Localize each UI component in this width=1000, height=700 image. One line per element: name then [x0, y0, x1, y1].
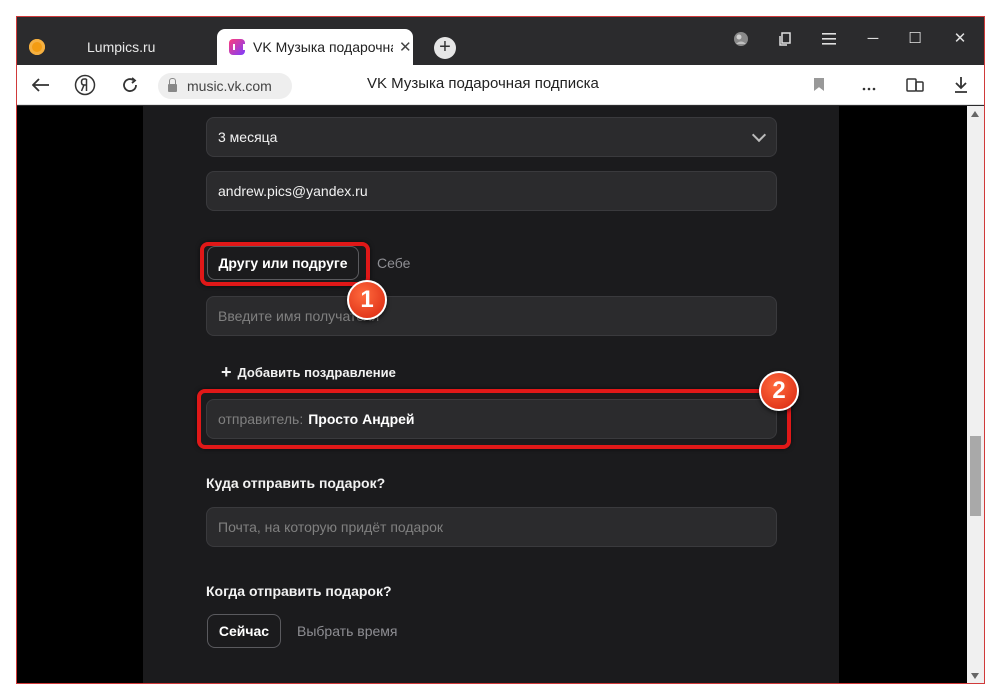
- tab-title: Lumpics.ru: [87, 39, 156, 55]
- tab-title: VK Музыка подарочная подписка: [253, 39, 393, 55]
- period-value: 3 месяца: [218, 129, 278, 145]
- tab-vk-music[interactable]: VK Музыка подарочная подписка ✕: [217, 29, 413, 65]
- vk-music-favicon-icon: [229, 39, 245, 55]
- recipient-self-button[interactable]: Себе: [377, 246, 410, 280]
- menu-icon[interactable]: [817, 27, 841, 51]
- minimize-button[interactable]: ─: [861, 27, 885, 51]
- address-bar: music.vk.com VK Музыка подарочная подпис…: [17, 65, 984, 105]
- add-greeting-button[interactable]: + Добавить поздравление: [221, 362, 396, 383]
- vertical-scrollbar[interactable]: [967, 106, 984, 683]
- step-badge-2: 2: [759, 371, 799, 411]
- back-arrow-icon[interactable]: [29, 73, 53, 97]
- email-field[interactable]: andrew.pics@yandex.ru: [206, 171, 777, 211]
- reload-icon[interactable]: [118, 73, 142, 97]
- browser-window: Lumpics.ru VK Музыка подарочная подписка…: [16, 16, 985, 684]
- highlight-frame-2: [197, 389, 791, 449]
- plus-icon: +: [221, 362, 232, 382]
- close-window-button[interactable]: ✕: [948, 27, 972, 51]
- lock-icon: [168, 78, 177, 92]
- yandex-logo-icon[interactable]: [73, 73, 97, 97]
- tab-strip: Lumpics.ru VK Музыка подарочная подписка…: [17, 17, 984, 65]
- step-badge-1: 1: [347, 280, 387, 320]
- tab-lumpics[interactable]: Lumpics.ru: [17, 29, 217, 65]
- new-tab-button[interactable]: +: [434, 37, 456, 59]
- maximize-button[interactable]: ☐: [903, 27, 927, 51]
- chevron-down-icon: [751, 127, 767, 143]
- choose-time-button[interactable]: Выбрать время: [297, 614, 398, 648]
- send-now-button[interactable]: Сейчас: [207, 614, 281, 648]
- page-title: VK Музыка подарочная подписка: [367, 75, 599, 92]
- highlight-frame-1: [200, 242, 370, 286]
- orange-favicon-icon: [29, 39, 45, 55]
- scroll-down-arrow-icon[interactable]: [971, 673, 979, 679]
- download-icon[interactable]: [949, 73, 973, 97]
- gift-email-placeholder: Почта, на которую придёт подарок: [218, 519, 444, 535]
- recipient-name-input[interactable]: Введите имя получателя: [206, 296, 777, 336]
- extensions-icon[interactable]: [903, 73, 927, 97]
- collections-icon[interactable]: [773, 27, 797, 51]
- more-options-icon[interactable]: [857, 73, 881, 97]
- where-heading: Куда отправить подарок?: [206, 475, 386, 491]
- bookmark-icon[interactable]: [814, 78, 824, 91]
- scrollbar-thumb[interactable]: [970, 436, 981, 516]
- add-greeting-label: Добавить поздравление: [237, 365, 396, 380]
- scroll-up-arrow-icon[interactable]: [971, 111, 979, 117]
- email-value: andrew.pics@yandex.ru: [218, 183, 368, 199]
- profile-avatar-icon[interactable]: [729, 27, 753, 51]
- tab-close-icon[interactable]: ✕: [399, 38, 412, 56]
- when-heading: Когда отправить подарок?: [206, 583, 392, 599]
- url-field[interactable]: music.vk.com: [158, 73, 292, 99]
- url-text: music.vk.com: [187, 78, 272, 94]
- gift-email-input[interactable]: Почта, на которую придёт подарок: [206, 507, 777, 547]
- period-select[interactable]: 3 месяца: [206, 117, 777, 157]
- page-content: 3 месяца andrew.pics@yandex.ru Другу или…: [17, 106, 967, 683]
